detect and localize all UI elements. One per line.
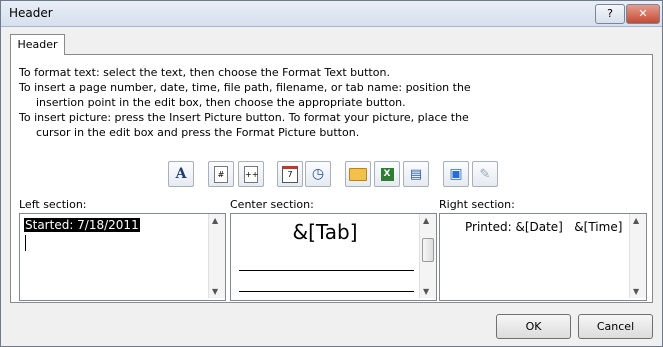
close-button[interactable]: ✕ [626,4,660,24]
center-section-scrollbar[interactable]: ▲ ▼ [419,214,436,298]
insert-picture-button[interactable]: ▣ [443,161,469,187]
scroll-down-icon[interactable]: ▼ [212,287,218,296]
help-button[interactable]: ? [595,4,625,24]
right-section-label: Right section: [439,198,515,211]
ok-button[interactable]: OK [496,314,571,339]
instruction-line: cursor in the edit box and press the For… [36,126,360,139]
insert-sheet-name-button[interactable]: ▤ [403,161,429,187]
insert-number-of-pages-button[interactable]: ++ [238,161,264,187]
header-dialog: Header ? ✕ Header To format text: select… [0,0,663,347]
text-cursor [25,235,26,251]
insert-date-button[interactable]: 7 [277,161,303,187]
clock-icon: ◷ [311,166,325,182]
insert-time-button[interactable]: ◷ [305,161,331,187]
format-text-button[interactable]: A [168,161,194,187]
scroll-up-icon[interactable]: ▲ [633,216,639,225]
calendar-icon: 7 [282,165,298,183]
sheet-tab-icon: ▤ [409,166,423,182]
instruction-line: insertion point in the edit box, then ch… [36,96,406,109]
instruction-line: To format text: select the text, then ch… [19,66,390,79]
center-section-rule [239,291,414,292]
insert-filename-button[interactable]: X [374,161,400,187]
excel-file-icon: X [380,167,394,181]
left-section-editor[interactable]: Started: 7/18/2011 ▲ ▼ [19,213,226,301]
window-title: Header [9,6,53,20]
scroll-down-icon[interactable]: ▼ [633,287,639,296]
left-section-scrollbar[interactable]: ▲ ▼ [208,214,225,298]
tab-header[interactable]: Header [10,34,65,55]
number-of-pages-icon: ++ [244,165,258,183]
instruction-line: To insert a page number, date, time, fil… [19,81,471,94]
folder-icon: 📂 [349,167,367,181]
title-bar: Header ? ✕ [1,1,662,27]
insert-page-number-button[interactable]: # [208,161,234,187]
scroll-down-icon[interactable]: ▼ [423,287,429,296]
scroll-up-icon[interactable]: ▲ [423,216,429,225]
format-picture-button[interactable]: ✎ [472,161,498,187]
right-section-scrollbar[interactable]: ▲ ▼ [629,214,646,298]
header-panel: To format text: select the text, then ch… [10,54,653,303]
scroll-thumb[interactable] [422,238,434,262]
insert-file-path-button[interactable]: 📂 [345,161,371,187]
right-section-editor[interactable]: Printed: &[Date] &[Time] ▲ ▼ [439,213,647,301]
cancel-button[interactable]: Cancel [578,314,653,339]
center-section-text: &[Tab] [292,220,358,244]
scroll-up-icon[interactable]: ▲ [212,216,218,225]
left-section-label: Left section: [19,198,87,211]
format-picture-icon: ✎ [479,166,491,182]
format-text-icon: A [175,166,187,182]
center-section-label: Center section: [230,198,314,211]
center-section-editor[interactable]: &[Tab] ▲ ▼ [230,213,437,301]
center-section-rule [239,270,414,271]
page-number-icon: # [214,165,228,183]
right-section-text: Printed: &[Date] &[Time] [465,220,623,234]
instruction-line: To insert picture: press the Insert Pict… [19,111,469,124]
picture-icon: ▣ [449,166,463,182]
left-section-text: Started: 7/18/2011 [24,218,140,232]
